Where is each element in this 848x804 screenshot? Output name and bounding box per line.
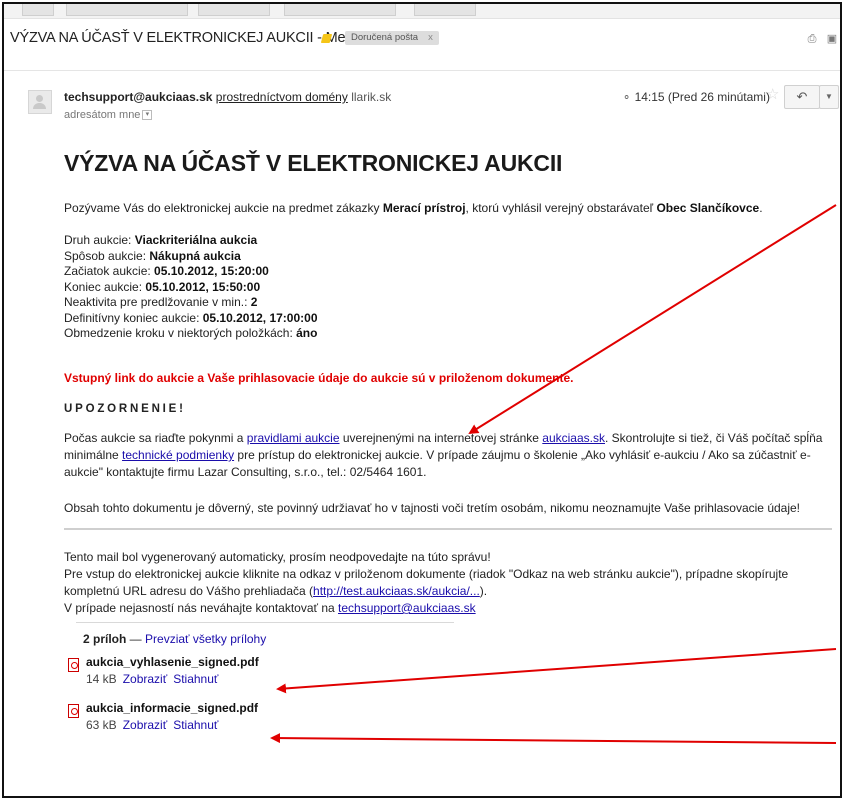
attachments-count: 2 príloh [83,632,127,646]
attachment-meta: 14 kB Zobraziť Stiahnuť [86,672,218,686]
sender-email[interactable]: techsupport@aukciaas.sk [64,90,212,104]
detail-label: Definitívny koniec aukcie: [64,310,203,325]
detail-row: Obmedzenie kroku v niektorých položkách:… [64,326,318,342]
site-link[interactable]: aukciaas.sk [542,431,605,445]
intro-org: Obec Slančíkovce [656,201,760,215]
download-all-link[interactable]: Prevziať všetky prílohy [145,632,266,646]
notice-paragraph: Počas aukcie sa riaďte pokynmi a pravidl… [64,430,834,481]
toolbar-button[interactable] [22,4,54,16]
recipient-details-dropdown-icon[interactable]: ▾ [142,110,153,121]
label-remove-icon[interactable]: x [428,32,433,43]
label-inbox-chip[interactable]: Doručená pošta x [345,31,439,45]
intro-text: , ktorú vyhlásil verejný obstarávateľ [465,201,657,215]
via-link[interactable]: prostredníctvom domény [216,90,348,104]
detail-row: Druh aukcie: Viackriteriálna aukcia [64,233,318,249]
contact-text: V prípade nejasností nás neváhajte konta… [64,601,339,615]
detail-row: Neaktivita pre predlžovanie v min.: 2 [64,295,318,311]
timestamp-text: 14:15 (Pred 26 minútami) [634,90,770,104]
intro-paragraph: Pozývame Vás do elektronickej aukcie na … [64,201,763,215]
attachment-name[interactable]: aukcia_informacie_signed.pdf [86,701,258,715]
more-actions-button[interactable]: ▼ [819,85,839,109]
detail-value: 05.10.2012, 17:00:00 [202,310,318,325]
detail-label: Koniec aukcie: [64,279,146,294]
recipient-line: adresátom mne ▾ [64,109,153,121]
notice-text: uverejnenými na internetovej stránke [339,431,543,445]
detail-row: Koniec aukcie: 05.10.2012, 15:50:00 [64,280,318,296]
attachments-summary: 2 príloh — Prevziať všetky prílohy [83,632,266,646]
auction-details: Druh aukcie: Viackriteriálna aukcia Spôs… [64,233,318,342]
detail-value: áno [296,326,318,340]
message-heading: VÝZVA NA ÚČASŤ V ELEKTRONICKEJ AUKCII [64,150,563,176]
detail-label: Druh aukcie: [64,233,135,247]
attachment-meta: 63 kB Zobraziť Stiahnuť [86,718,218,732]
pdf-icon [68,704,79,718]
pdf-icon [68,658,79,672]
tech-requirements-link[interactable]: technické podmienky [122,448,234,462]
attachment-size: 63 kB [86,718,117,732]
label-name: Doručená pošta [351,32,419,43]
confidential-text: Obsah tohto dokumentu je dôverný, ste po… [64,501,801,515]
toolbar-button[interactable] [66,4,188,16]
toolbar-strip [4,4,840,19]
intro-text: Pozývame Vás do elektronickej aukcie na … [64,201,383,215]
attachments-separator: — [126,632,146,646]
rules-link[interactable]: pravidlami aukcie [247,431,340,445]
warning-text: Vstupný link do aukcie a Vaše prihlasova… [64,371,574,385]
intro-subject: Merací prístroj [382,201,466,215]
detail-value: 05.10.2012, 15:20:00 [154,264,269,278]
detail-label: Neaktivita pre predlžovanie v min.: [64,295,251,309]
detail-row: Definitívny koniec aukcie: 05.10.2012, 1… [64,311,318,327]
auto-line: Tento mail bol vygenerovaný automaticky,… [64,550,491,564]
detail-row: Začiatok aukcie: 05.10.2012, 15:20:00 [64,264,318,280]
attachment-size: 14 kB [86,672,117,686]
sender-line: techsupport@aukciaas.sk prostredníctvom … [64,90,391,104]
recipient-text: adresátom mne [64,109,141,121]
detail-label: Začiatok aukcie: [64,264,155,278]
detail-value: 05.10.2012, 15:50:00 [145,279,261,294]
entry-text: ). [479,584,488,598]
reply-icon: ↶ [796,89,808,104]
support-email-link[interactable]: techsupport@aukciaas.sk [338,601,476,615]
star-icon[interactable]: ☆ [766,85,779,103]
notice-heading: UPOZORNENIE! [64,403,186,415]
download-link[interactable]: Stiahnuť [173,718,218,732]
detail-label: Spôsob aukcie: [64,248,150,263]
detail-value: Nákupná aukcia [149,248,241,263]
detail-value: Viackriteriálna aukcia [134,233,258,247]
entry-line: Pre vstup do elektronickej aukcie klikni… [64,566,834,600]
timestamp: ⚬ 14:15 (Pred 26 minútami) [622,90,770,104]
new-window-icon[interactable]: ▣ [826,34,838,45]
view-link[interactable]: Zobraziť [123,672,168,686]
auto-info-paragraph: Tento mail bol vygenerovaný automaticky,… [64,549,834,617]
download-link[interactable]: Stiahnuť [173,672,218,686]
toolbar-button[interactable] [284,4,396,16]
reply-button[interactable]: ↶ [784,85,820,109]
chevron-down-icon: ▼ [825,92,833,101]
detail-row: Spôsob aukcie: Nákupná aukcia [64,249,318,265]
toolbar-button[interactable] [198,4,270,16]
via-label: prostredníctvom domény llarik.sk [216,90,391,104]
divider [64,528,832,530]
view-link[interactable]: Zobraziť [123,718,168,732]
detail-value: 2 [250,295,258,309]
attachments-divider [76,622,454,623]
notice-text: Počas aukcie sa riaďte pokynmi a [64,431,247,445]
avatar [28,90,52,114]
toolbar-button[interactable] [414,4,476,16]
lock-icon: ⚬ [622,92,632,104]
auction-url-link[interactable]: http://test.aukciaas.sk/aukcia/... [313,584,480,598]
via-domain: llarik.sk [351,90,392,104]
detail-label: Obmedzenie kroku v niektorých položkách: [64,326,297,340]
printer-icon[interactable]: ⎙ [806,34,818,45]
intro-text: . [759,201,763,215]
attachment-name[interactable]: aukcia_vyhlasenie_signed.pdf [86,655,259,669]
contact-line: V prípade nejasností nás neváhajte konta… [64,600,834,617]
